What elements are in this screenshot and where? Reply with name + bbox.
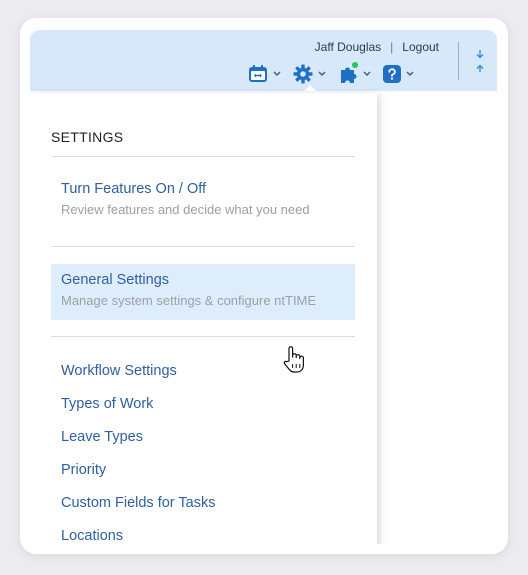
puzzle-icon: [338, 62, 358, 84]
menu-link-leave-types[interactable]: Leave Types: [61, 429, 143, 445]
chevron-down-icon: [273, 71, 281, 77]
menu-link-locations[interactable]: Locations: [61, 528, 123, 544]
calendar-icon: [248, 65, 268, 83]
app-window: Jaff Douglas | Logout SETTINGS Turn Feat…: [30, 30, 497, 544]
toolbar-icons: [248, 62, 426, 84]
dropdown-caret: [302, 85, 318, 93]
chevron-down-icon: [363, 71, 371, 77]
menu-link-priority[interactable]: Priority: [61, 462, 106, 478]
chevron-down-icon: [318, 71, 326, 77]
user-info: Jaff Douglas | Logout: [315, 40, 439, 54]
settings-menu-button[interactable]: [293, 64, 326, 84]
settings-dropdown: SETTINGS Turn Features On / Off Review f…: [30, 93, 377, 544]
user-name[interactable]: Jaff Douglas: [315, 40, 382, 54]
sort-toggle-button[interactable]: [474, 48, 486, 76]
menu-link-custom-fields[interactable]: Custom Fields for Tasks: [61, 495, 215, 511]
logout-link[interactable]: Logout: [402, 40, 439, 54]
menu-item-description: Manage system settings & configure ntTIM…: [61, 293, 317, 308]
top-bar: Jaff Douglas | Logout: [30, 30, 497, 91]
gear-icon: [293, 64, 313, 84]
menu-item-title: Turn Features On / Off: [61, 181, 207, 197]
settings-heading: SETTINGS: [51, 129, 124, 145]
help-menu-button[interactable]: [383, 65, 414, 83]
status-dot: [352, 62, 358, 68]
menu-item-title: General Settings: [61, 272, 170, 288]
user-separator: |: [390, 40, 394, 54]
help-icon: [383, 65, 401, 83]
addons-menu-button[interactable]: [338, 62, 371, 84]
divider: [51, 246, 355, 247]
menu-link-workflow-settings[interactable]: Workflow Settings: [61, 363, 177, 379]
menu-item-general-settings[interactable]: General Settings Manage system settings …: [51, 264, 355, 320]
chevron-down-icon: [406, 71, 414, 77]
menu-link-types-of-work[interactable]: Types of Work: [61, 396, 153, 412]
hand-pointer-icon: [282, 345, 306, 380]
menu-item-description: Review features and decide what you need: [61, 202, 310, 217]
toolbar-divider: [458, 42, 459, 80]
menu-item-turn-features[interactable]: Turn Features On / Off Review features a…: [51, 181, 355, 217]
divider: [51, 336, 355, 337]
calendar-menu-button[interactable]: [248, 65, 281, 83]
sort-icon: [474, 50, 486, 80]
divider: [51, 156, 355, 157]
